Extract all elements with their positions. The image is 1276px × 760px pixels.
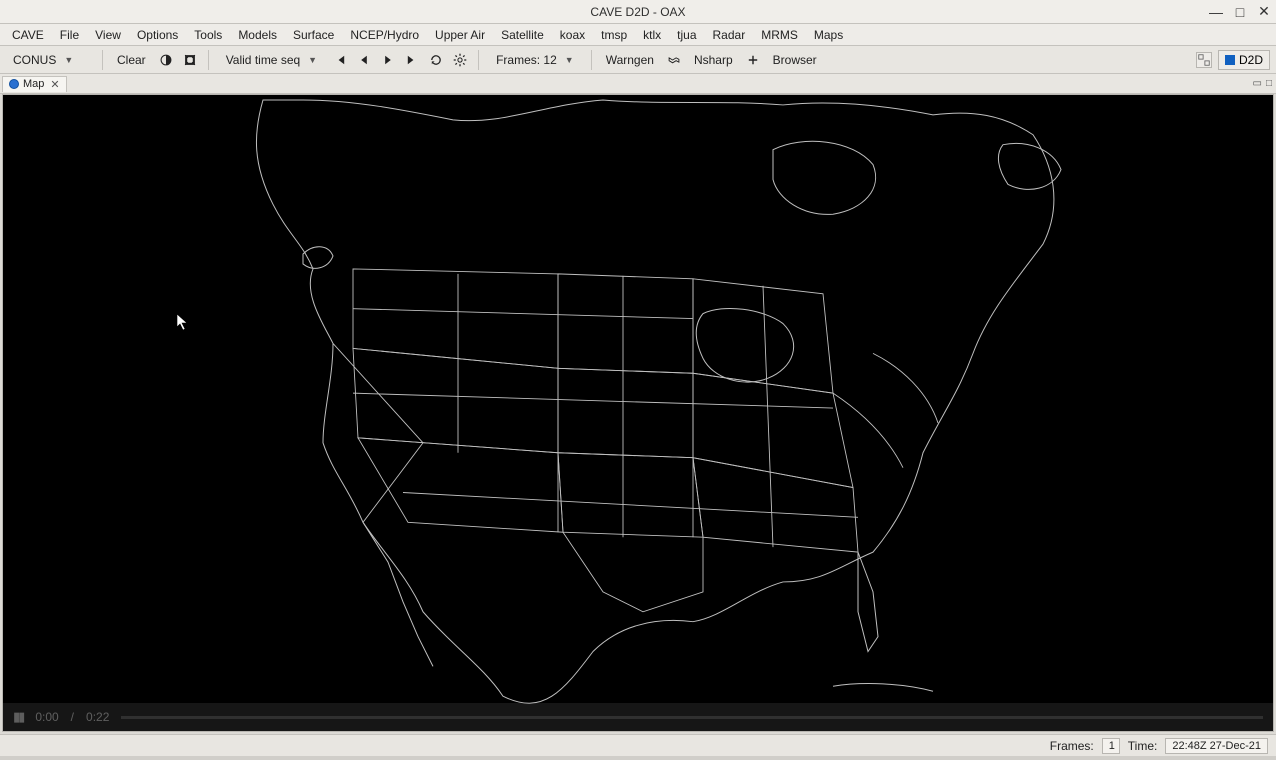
perspective-label: D2D bbox=[1239, 53, 1263, 67]
menu-tjua[interactable]: tjua bbox=[669, 26, 704, 44]
frames-selector[interactable]: Frames: 12 ▼ bbox=[487, 50, 583, 70]
map-display[interactable]: ▮▮ 0:00 / 0:22 bbox=[2, 94, 1274, 732]
tab-map[interactable]: Map ✕ bbox=[2, 76, 67, 92]
toolbar: CONUS ▼ Clear Valid time seq ▼ bbox=[0, 46, 1276, 74]
warngen-icon[interactable] bbox=[664, 50, 684, 70]
gear-icon[interactable] bbox=[450, 50, 470, 70]
window-controls: — □ ✕ bbox=[1208, 3, 1272, 20]
taskbar-strip bbox=[0, 756, 1276, 760]
time-status-label: Time: bbox=[1128, 739, 1158, 753]
skip-start-icon[interactable] bbox=[330, 50, 350, 70]
frames-status-label: Frames: bbox=[1050, 739, 1094, 753]
video-total: 0:22 bbox=[86, 710, 109, 724]
toolbar-right: D2D bbox=[1196, 50, 1270, 70]
clear-button[interactable]: Clear bbox=[111, 51, 152, 69]
step-forward-icon[interactable] bbox=[378, 50, 398, 70]
menu-options[interactable]: Options bbox=[129, 26, 186, 44]
title-bar: CAVE D2D - OAX — □ ✕ bbox=[0, 0, 1276, 24]
chevron-down-icon: ▼ bbox=[308, 55, 317, 65]
tab-map-label: Map bbox=[23, 78, 44, 90]
chevron-down-icon: ▼ bbox=[565, 55, 574, 65]
close-icon[interactable]: ✕ bbox=[1256, 3, 1272, 20]
menu-bar: CAVE File View Options Tools Models Surf… bbox=[0, 24, 1276, 46]
video-overlay: ▮▮ 0:00 / 0:22 bbox=[3, 703, 1273, 731]
separator bbox=[591, 50, 592, 70]
menu-tmsp[interactable]: tmsp bbox=[593, 26, 635, 44]
nsharp-button[interactable]: Nsharp bbox=[688, 51, 739, 69]
menu-surface[interactable]: Surface bbox=[285, 26, 342, 44]
globe-icon bbox=[9, 79, 19, 89]
map-canvas[interactable] bbox=[3, 95, 1273, 731]
menu-file[interactable]: File bbox=[52, 26, 87, 44]
d2d-icon bbox=[1225, 55, 1235, 65]
video-sep: / bbox=[71, 710, 74, 724]
menu-ktlx[interactable]: ktlx bbox=[635, 26, 669, 44]
menu-satellite[interactable]: Satellite bbox=[493, 26, 552, 44]
menu-ncep[interactable]: NCEP/Hydro bbox=[342, 26, 427, 44]
menu-cave[interactable]: CAVE bbox=[4, 26, 52, 44]
warngen-button[interactable]: Warngen bbox=[600, 51, 660, 69]
menu-view[interactable]: View bbox=[87, 26, 129, 44]
skip-end-icon[interactable] bbox=[402, 50, 422, 70]
scale-selector-label: CONUS bbox=[13, 53, 56, 67]
menu-tools[interactable]: Tools bbox=[186, 26, 230, 44]
separator bbox=[478, 50, 479, 70]
menu-mrms[interactable]: MRMS bbox=[753, 26, 806, 44]
menu-maps[interactable]: Maps bbox=[806, 26, 851, 44]
minimize-view-icon[interactable]: ▭ bbox=[1253, 78, 1262, 89]
perspective-d2d[interactable]: D2D bbox=[1218, 50, 1270, 70]
minimize-icon[interactable]: — bbox=[1208, 4, 1224, 20]
contrast-icon[interactable] bbox=[156, 50, 176, 70]
scale-selector[interactable]: CONUS ▼ bbox=[4, 50, 94, 70]
status-bar: Frames: 1 Time: 22:48Z 27-Dec-21 bbox=[0, 734, 1276, 756]
video-progress[interactable] bbox=[121, 716, 1263, 719]
frames-status-value: 1 bbox=[1102, 738, 1120, 754]
window-title: CAVE D2D - OAX bbox=[590, 5, 685, 19]
separator bbox=[208, 50, 209, 70]
time-mode-selector[interactable]: Valid time seq ▼ bbox=[217, 50, 326, 70]
time-mode-label: Valid time seq bbox=[226, 53, 300, 67]
frames-label: Frames: 12 bbox=[496, 53, 557, 67]
view-controls: ▭ □ bbox=[1253, 78, 1273, 89]
plus-icon[interactable] bbox=[743, 50, 763, 70]
loop-icon[interactable] bbox=[426, 50, 446, 70]
video-elapsed: 0:00 bbox=[35, 710, 58, 724]
time-status-value: 22:48Z 27-Dec-21 bbox=[1165, 738, 1268, 754]
maximize-view-icon[interactable]: □ bbox=[1266, 78, 1272, 89]
browser-button[interactable]: Browser bbox=[767, 51, 823, 69]
menu-koax[interactable]: koax bbox=[552, 26, 593, 44]
menu-models[interactable]: Models bbox=[230, 26, 285, 44]
separator bbox=[102, 50, 103, 70]
perspective-switch-icon[interactable] bbox=[1196, 52, 1212, 68]
menu-radar[interactable]: Radar bbox=[705, 26, 754, 44]
fullscreen-icon[interactable] bbox=[180, 50, 200, 70]
tab-strip: Map ✕ ▭ □ bbox=[0, 74, 1276, 94]
step-back-icon[interactable] bbox=[354, 50, 374, 70]
menu-upperair[interactable]: Upper Air bbox=[427, 26, 493, 44]
maximize-icon[interactable]: □ bbox=[1232, 4, 1248, 20]
tab-close-icon[interactable]: ✕ bbox=[50, 78, 59, 91]
chevron-down-icon: ▼ bbox=[64, 55, 73, 65]
pause-icon[interactable]: ▮▮ bbox=[13, 709, 23, 725]
